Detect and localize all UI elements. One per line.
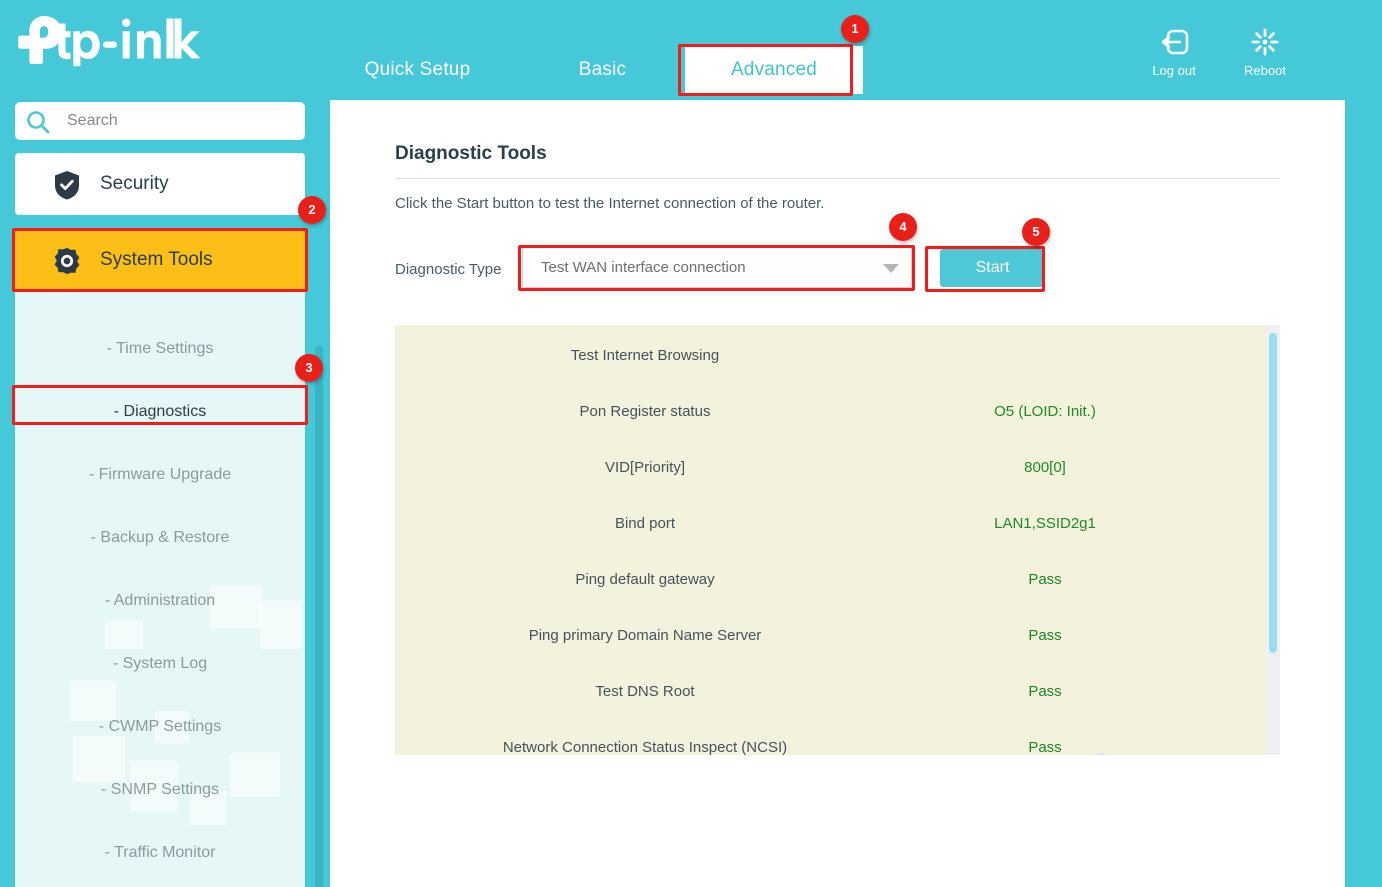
annotation-badge-4: 4 <box>889 213 917 241</box>
result-label: Ping primary Domain Name Server <box>528 627 762 644</box>
sidebar-item-system-tools[interactable]: System Tools <box>15 229 305 291</box>
result-row: Test Internet Browsing <box>395 328 1280 384</box>
chevron-down-icon <box>883 264 899 273</box>
annotation-badge-2: 2 <box>298 196 326 224</box>
result-label: Test Internet Browsing <box>570 347 720 364</box>
result-label: Test DNS Root <box>595 683 695 700</box>
sidebar-item-diagnostics[interactable]: - Diagnostics <box>15 380 305 443</box>
sidebar-item-security[interactable]: Security <box>15 153 305 215</box>
sidebar-item-time-settings[interactable]: - Time Settings <box>15 317 305 380</box>
reboot-label: Reboot <box>1244 63 1286 78</box>
tab-quick-setup[interactable]: Quick Setup <box>330 46 505 94</box>
tp-link-logo <box>14 12 204 70</box>
annotation-badge-3: 3 <box>295 354 323 382</box>
diagnostic-type-label: Diagnostic Type <box>395 261 502 278</box>
sidebar-item-administration[interactable]: - Administration <box>15 569 305 632</box>
result-label: Ping default gateway <box>575 571 715 588</box>
logout-label: Log out <box>1152 63 1196 78</box>
results-scrollbar-thumb[interactable] <box>1269 333 1277 653</box>
result-value: 800[0] <box>1024 459 1066 476</box>
start-button[interactable]: Start <box>940 249 1045 287</box>
result-value: LAN1,SSID2g1 <box>994 515 1096 532</box>
search-input[interactable]: Search <box>15 102 305 140</box>
main-tabs: Quick Setup Basic Advanced <box>330 46 890 96</box>
page-title: Diagnostic Tools <box>395 143 547 164</box>
diagnostic-type-value: Test WAN interface connection <box>541 259 746 276</box>
result-row: Network Connection Status Inspect (NCSI)… <box>395 720 1280 755</box>
sidebar-item-system-tools-label: System Tools <box>100 249 213 270</box>
result-row: Test DNS Root Pass <box>395 664 1280 720</box>
result-label: Network Connection Status Inspect (NCSI) <box>502 739 788 755</box>
sidebar-item-traffic-monitor[interactable]: - Traffic Monitor <box>15 821 305 884</box>
result-row: Ping default gateway Pass <box>395 552 1280 608</box>
search-icon <box>25 109 51 140</box>
annotation-badge-5: 5 <box>1022 218 1050 246</box>
logout-icon <box>1159 29 1189 59</box>
sidebar-scrollbar-thumb[interactable] <box>315 345 323 887</box>
sidebar-item-cwmp-settings[interactable]: - CWMP Settings <box>15 695 305 758</box>
result-row: Bind port LAN1,SSID2g1 <box>395 496 1280 552</box>
title-divider <box>395 178 1280 179</box>
result-label: Bind port <box>614 515 676 532</box>
sidebar-submenu: - Time Settings - Diagnostics - Firmware… <box>15 291 305 887</box>
result-value: Pass <box>1028 627 1062 644</box>
result-row: Pon Register status O5 (LOID: Init.) <box>395 384 1280 440</box>
main-content: Diagnostic Tools Click the Start button … <box>330 100 1345 887</box>
tab-basic[interactable]: Basic <box>515 46 690 94</box>
shield-icon <box>53 170 81 205</box>
result-row: Ping primary Domain Name Server Pass <box>395 608 1280 664</box>
reboot-icon <box>1250 28 1280 59</box>
sidebar-item-system-log[interactable]: - System Log <box>15 632 305 695</box>
page-description: Click the Start button to test the Inter… <box>395 195 825 212</box>
search-placeholder: Search <box>67 112 118 129</box>
logout-button[interactable]: Log out <box>1128 28 1220 78</box>
result-label: Pon Register status <box>579 403 711 420</box>
reboot-button[interactable]: Reboot <box>1219 28 1311 78</box>
gear-icon <box>53 246 81 281</box>
result-value: Pass <box>1028 739 1062 755</box>
sidebar-item-backup-restore[interactable]: - Backup & Restore <box>15 506 305 569</box>
sidebar-item-snmp-settings[interactable]: - SNMP Settings <box>15 758 305 821</box>
result-value: Pass <box>1028 571 1062 588</box>
diagnostic-results-panel: Foro ISP Test Internet Browsing Pon Regi… <box>395 325 1280 755</box>
result-label: VID[Priority] <box>604 459 685 476</box>
result-value: O5 (LOID: Init.) <box>994 403 1096 420</box>
sidebar: Search Security System Tools - Time Sett… <box>0 100 330 887</box>
annotation-badge-1: 1 <box>841 15 869 43</box>
sidebar-item-security-label: Security <box>100 173 169 194</box>
tab-advanced[interactable]: Advanced <box>685 46 863 94</box>
result-value: Pass <box>1028 683 1062 700</box>
app-header: Quick Setup Basic Advanced Log out Reboo… <box>0 0 1382 100</box>
diagnostic-type-select[interactable]: Test WAN interface connection <box>522 246 912 288</box>
result-row: VID[Priority] 800[0] <box>395 440 1280 496</box>
sidebar-item-firmware-upgrade[interactable]: - Firmware Upgrade <box>15 443 305 506</box>
